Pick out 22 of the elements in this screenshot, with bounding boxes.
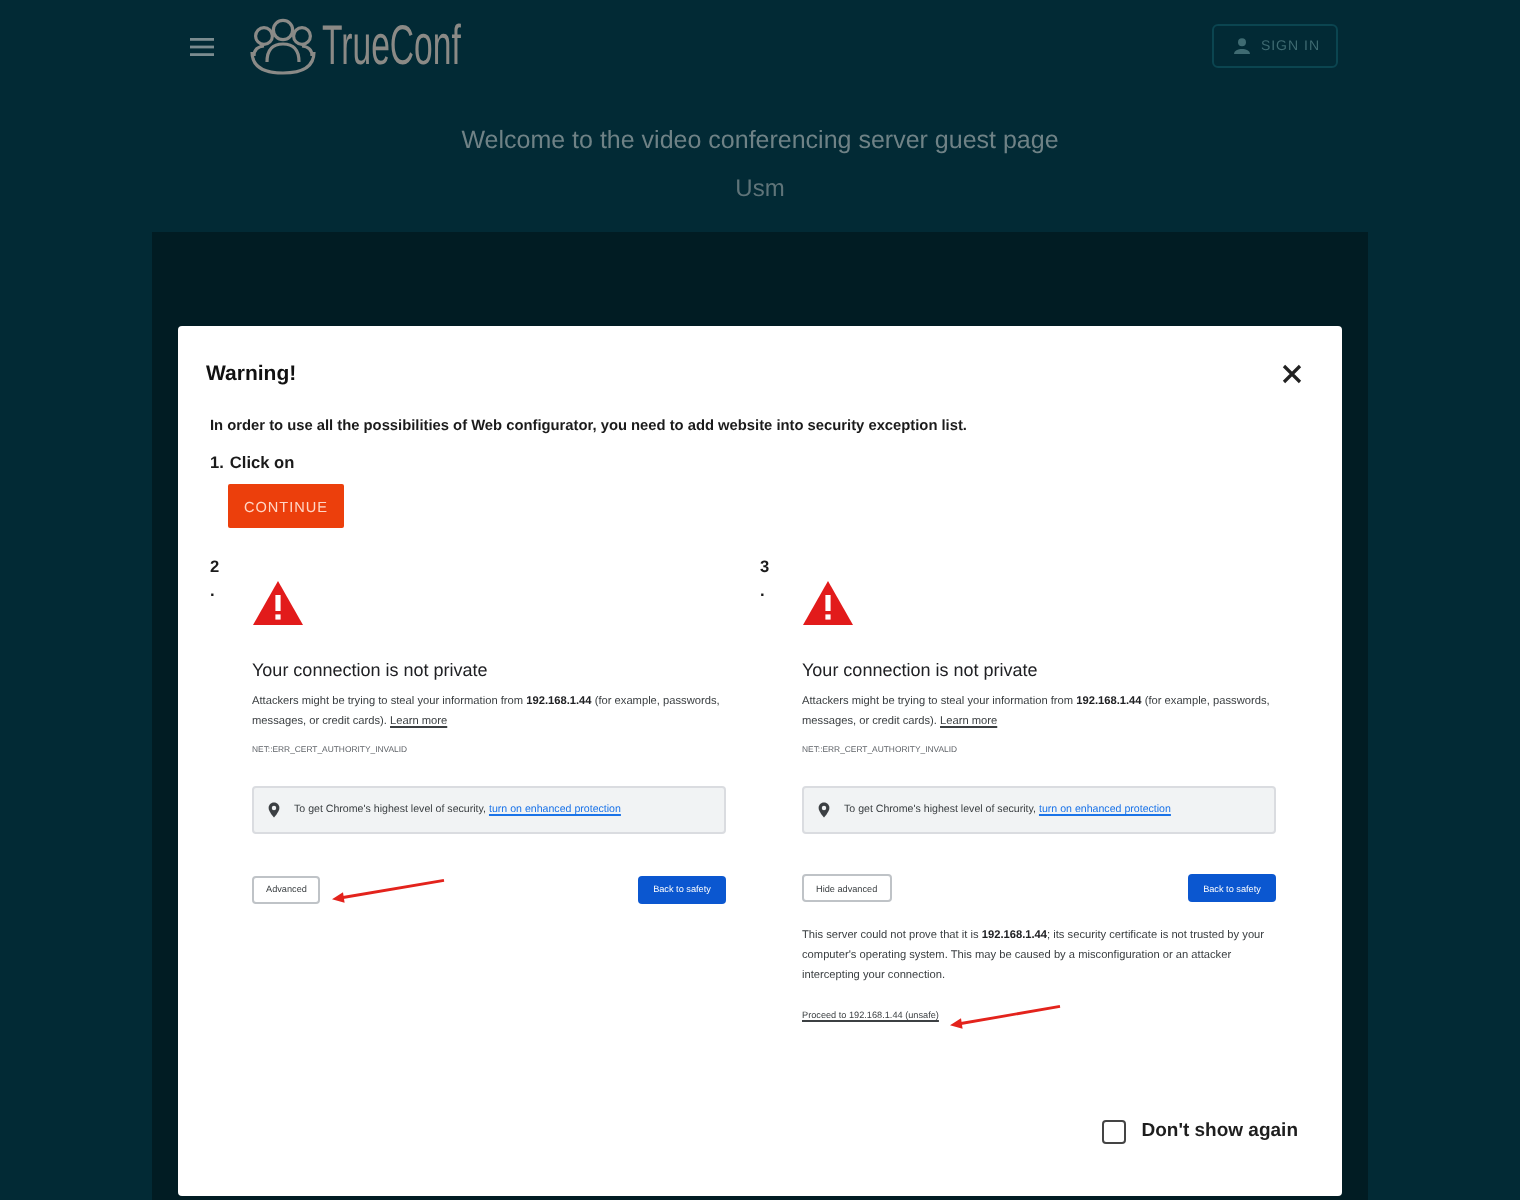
warning-icon xyxy=(252,580,304,626)
warning-icon xyxy=(802,580,854,626)
logo-text: TrueConf xyxy=(322,16,461,76)
person-icon xyxy=(1234,38,1251,54)
pin-icon xyxy=(268,802,280,818)
arrow-icon xyxy=(948,1004,1063,1030)
welcome-title: Welcome to the video conferencing server guest page xyxy=(461,124,1059,156)
checkbox-label[interactable]: Don't show again xyxy=(1141,1120,1298,1144)
page-heading: Your connection is not private xyxy=(802,658,1038,682)
logo-icon xyxy=(248,17,318,75)
menu-icon[interactable] xyxy=(190,37,214,55)
welcome-subtitle: Usm xyxy=(735,174,785,202)
dialog-title: Warning! xyxy=(206,360,297,388)
pin-icon xyxy=(818,802,830,818)
page-heading: Your connection is not private xyxy=(252,658,488,682)
step-number: 1. xyxy=(210,452,224,474)
close-icon[interactable] xyxy=(1282,364,1302,384)
step-number: 2. xyxy=(210,554,222,602)
arrow-icon xyxy=(330,878,447,904)
step-number: 3. xyxy=(760,554,772,602)
step-text: Click on xyxy=(229,452,295,474)
checkbox[interactable] xyxy=(1101,1120,1126,1144)
